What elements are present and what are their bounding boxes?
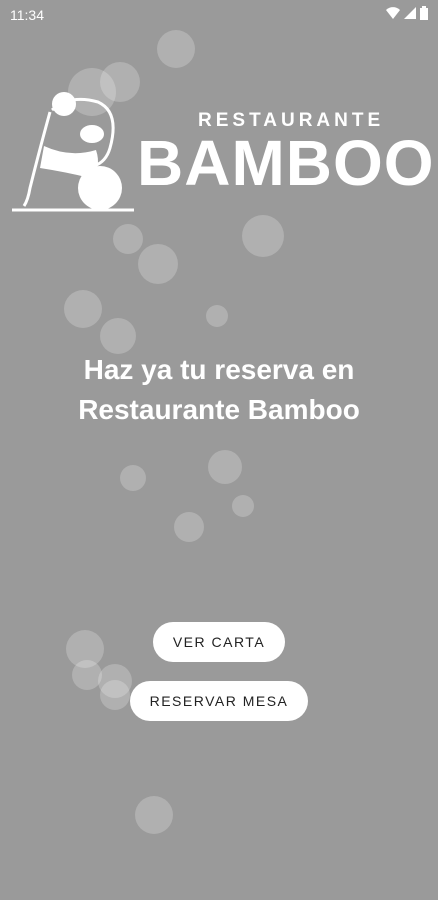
bubble-decoration <box>174 512 204 542</box>
panda-logo-icon <box>12 92 134 212</box>
bubble-decoration <box>157 30 195 68</box>
bubble-decoration <box>242 215 284 257</box>
wifi-icon <box>386 7 400 19</box>
status-icons <box>386 6 428 20</box>
bubble-decoration <box>232 495 254 517</box>
reserve-table-button[interactable]: RESERVAR MESA <box>130 681 308 721</box>
status-time: 11:34 <box>10 7 44 23</box>
headline: Haz ya tu reserva en Restaurante Bamboo <box>0 350 438 430</box>
bubble-decoration <box>100 318 136 354</box>
bubble-decoration <box>120 465 146 491</box>
logo-title: BAMBOO <box>137 127 435 199</box>
status-bar: 11:34 <box>0 0 438 30</box>
bubble-decoration <box>100 680 130 710</box>
view-menu-button[interactable]: VER CARTA <box>153 622 285 662</box>
bubble-decoration <box>113 224 143 254</box>
battery-icon <box>420 6 428 20</box>
headline-line-2: Restaurante Bamboo <box>78 394 360 425</box>
bubble-decoration <box>138 244 178 284</box>
bubble-decoration <box>72 660 102 690</box>
restaurant-logo: RESTAURANTE BAMBOO <box>10 88 434 218</box>
bubble-decoration <box>135 796 173 834</box>
bubble-decoration <box>206 305 228 327</box>
signal-icon <box>404 7 416 19</box>
bubble-decoration <box>208 450 242 484</box>
bubble-decoration <box>64 290 102 328</box>
headline-line-1: Haz ya tu reserva en <box>83 354 355 385</box>
